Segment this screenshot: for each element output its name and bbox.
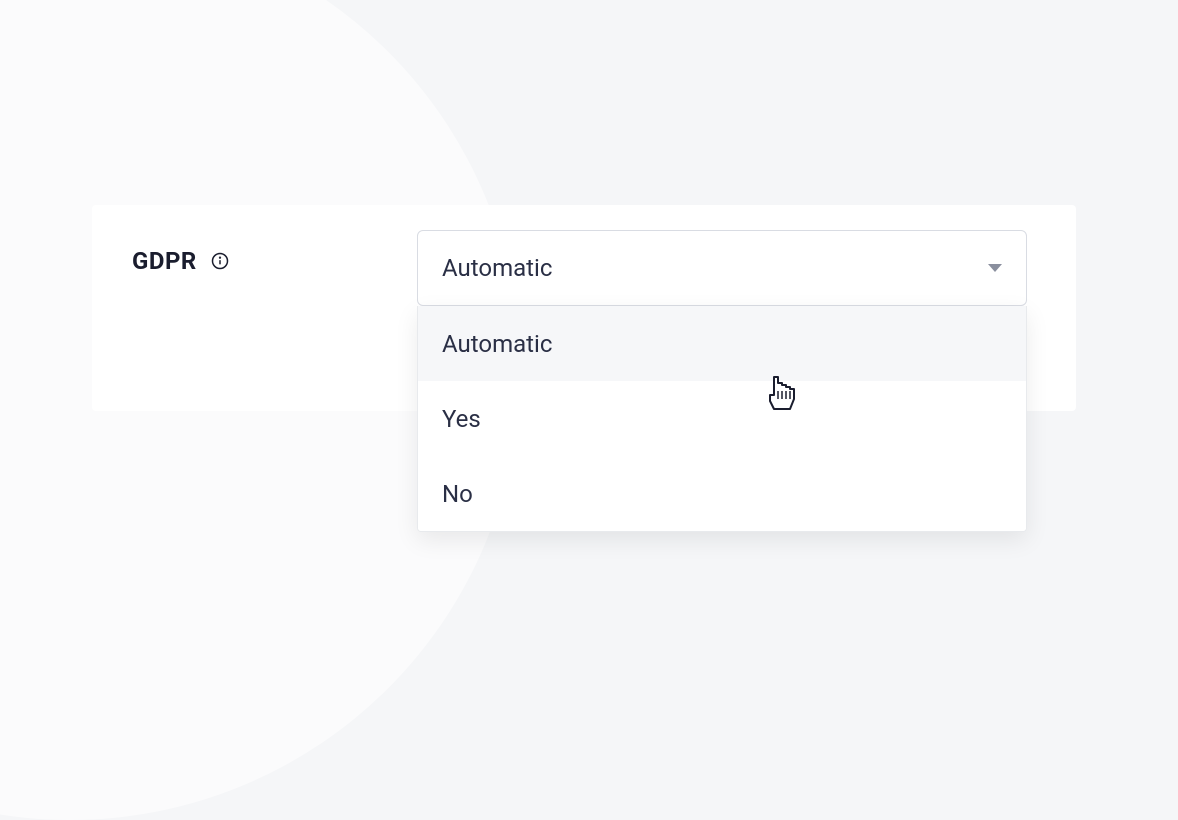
gdpr-label: GDPR xyxy=(132,247,197,275)
dropdown-option-yes[interactable]: Yes xyxy=(418,381,1026,456)
gdpr-dropdown-select[interactable]: Automatic xyxy=(417,230,1027,306)
chevron-down-icon xyxy=(988,264,1002,272)
field-label-section: GDPR xyxy=(132,247,231,275)
dropdown-option-automatic[interactable]: Automatic xyxy=(418,306,1026,381)
info-icon[interactable] xyxy=(209,250,231,272)
dropdown-option-no[interactable]: No xyxy=(418,456,1026,531)
gdpr-dropdown: Automatic Automatic Yes No xyxy=(417,230,1027,532)
dropdown-selected-value: Automatic xyxy=(442,254,552,282)
gdpr-dropdown-menu: Automatic Yes No xyxy=(417,306,1027,532)
